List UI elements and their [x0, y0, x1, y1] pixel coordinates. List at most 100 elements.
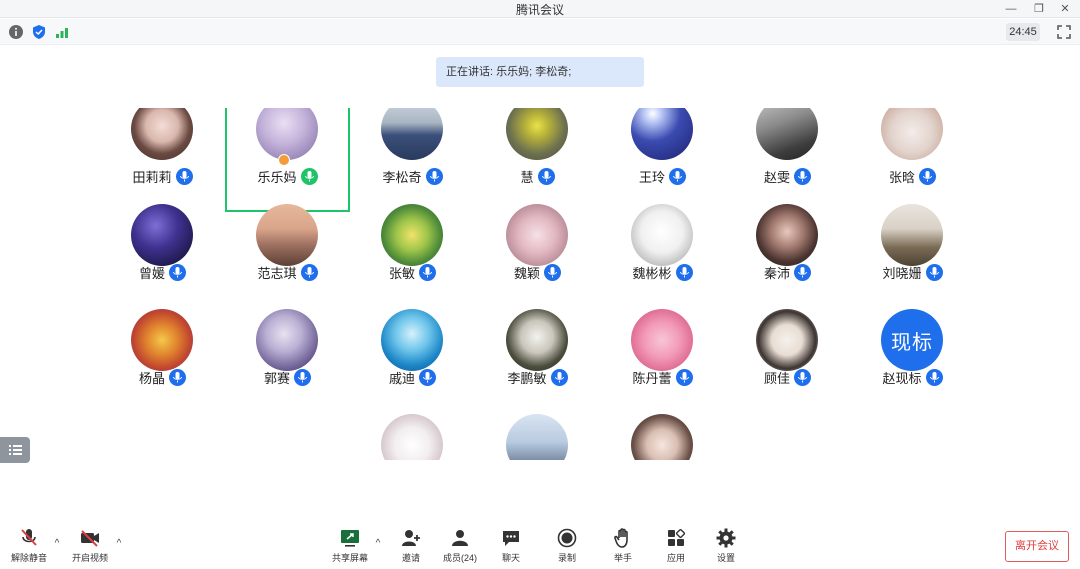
participant-tile[interactable]: 王玲	[600, 108, 725, 212]
participant-tile[interactable]: 慧	[475, 108, 600, 212]
participant-tile[interactable]: 曾媛	[100, 204, 225, 308]
participant-tile[interactable]: 范志琪	[225, 204, 350, 308]
participant-tile[interactable]: 现标 赵现标	[850, 309, 975, 413]
members-button[interactable]: 成员(24)	[438, 527, 482, 567]
mic-icon	[925, 368, 943, 386]
participant-name: 戚迪	[388, 370, 415, 386]
raise-hand-button[interactable]: 举手	[606, 527, 640, 567]
avatar	[631, 204, 693, 266]
participant-name: 田莉莉	[132, 169, 172, 185]
participant-tile[interactable]: 杨晶	[100, 309, 225, 413]
close-icon[interactable]: ✕	[1052, 0, 1078, 18]
audio-options-chevron-icon[interactable]: ^	[52, 539, 62, 549]
record-button[interactable]: 录制	[550, 527, 584, 567]
share-screen-label: 共享屏幕	[331, 553, 368, 563]
participant-tile[interactable]: 张敏	[350, 204, 475, 308]
fullscreen-icon[interactable]	[1056, 24, 1072, 40]
mic-icon	[300, 263, 318, 281]
list-icon	[9, 445, 22, 455]
participant-name: 秦沛	[763, 265, 790, 281]
avatar	[381, 414, 443, 460]
share-screen-icon	[341, 530, 359, 547]
avatar	[381, 108, 443, 160]
avatar	[756, 204, 818, 266]
participant-tile[interactable]: 陈丹蕾	[600, 309, 725, 413]
avatar	[256, 204, 318, 266]
mic-icon	[175, 167, 193, 185]
avatar	[756, 309, 818, 371]
settings-label: 设置	[716, 553, 735, 563]
participant-tile[interactable]	[475, 414, 600, 460]
participant-tile[interactable]: 张晗	[850, 108, 975, 212]
avatar	[506, 309, 568, 371]
participant-tile[interactable]: 李松奇	[350, 108, 475, 212]
hand-icon	[614, 528, 628, 548]
video-options-chevron-icon[interactable]: ^	[114, 539, 124, 549]
chat-label: 聊天	[501, 553, 520, 563]
participant-tile-active[interactable]: 乐乐妈	[225, 108, 350, 212]
participant-name: 慧	[520, 169, 534, 185]
participant-name: 李鹏敏	[507, 370, 547, 386]
share-screen-button[interactable]: 共享屏幕	[330, 527, 370, 567]
participant-tile[interactable]: 郭赛	[225, 309, 350, 413]
participant-tile[interactable]: 刘晓姗	[850, 204, 975, 308]
avatar	[506, 108, 568, 160]
participant-tile[interactable]	[350, 414, 475, 460]
participant-tile[interactable]: 田莉莉	[100, 108, 225, 212]
avatar	[506, 204, 568, 266]
apps-label: 应用	[666, 553, 685, 563]
mic-icon	[550, 368, 568, 386]
mic-icon	[925, 263, 943, 281]
start-video-button[interactable]: 开启视频	[68, 527, 112, 567]
avatar: 现标	[881, 309, 943, 371]
members-label: 成员(24)	[442, 553, 477, 563]
avatar	[756, 108, 818, 160]
participant-tile[interactable]: 秦沛	[725, 204, 850, 308]
window-title: 腾讯会议	[515, 3, 564, 17]
avatar	[131, 204, 193, 266]
participant-tile[interactable]: 魏彬彬	[600, 204, 725, 308]
avatar	[881, 204, 943, 266]
avatar-initials: 现标	[891, 331, 933, 354]
avatar	[381, 204, 443, 266]
participant-tile[interactable]: 戚迪	[350, 309, 475, 413]
avatar	[631, 108, 693, 160]
invite-button[interactable]: 邀请	[394, 527, 428, 567]
mic-icon	[794, 263, 811, 281]
participant-name: 赵现标	[882, 370, 922, 386]
participant-name: 乐乐妈	[257, 169, 297, 185]
mic-speaking-icon	[300, 167, 318, 185]
settings-button[interactable]: 设置	[709, 527, 743, 567]
avatar	[506, 414, 568, 460]
shield-icon[interactable]	[31, 24, 47, 40]
apps-button[interactable]: 应用	[659, 527, 693, 567]
mic-icon	[669, 167, 686, 185]
participant-tile[interactable]: 魏颖	[475, 204, 600, 308]
share-options-chevron-icon[interactable]: ^	[373, 539, 383, 549]
members-icon	[452, 530, 468, 546]
participant-name: 魏颖	[513, 265, 540, 281]
minimize-icon[interactable]: —	[998, 0, 1024, 18]
participant-name: 陈丹蕾	[632, 370, 672, 386]
participant-tile[interactable]	[600, 414, 725, 460]
record-icon	[557, 528, 577, 548]
meeting-timer: 24:45	[1006, 23, 1040, 41]
participant-tile[interactable]: 赵雯	[725, 108, 850, 212]
participant-name: 刘晓姗	[882, 265, 922, 281]
avatar	[631, 414, 693, 460]
signal-icon[interactable]	[54, 24, 70, 40]
restore-icon[interactable]: ❐	[1026, 0, 1052, 18]
unmute-button[interactable]: 解除静音	[8, 527, 50, 567]
participant-name: 魏彬彬	[632, 265, 672, 281]
info-icon[interactable]	[8, 24, 24, 40]
raise-hand-label: 举手	[613, 553, 632, 563]
participant-tile[interactable]: 李鹏敏	[475, 309, 600, 413]
mic-icon	[794, 167, 811, 185]
chat-button[interactable]: 聊天	[494, 527, 528, 567]
participant-list-toggle[interactable]	[0, 437, 30, 463]
participant-name: 顾佳	[763, 370, 790, 386]
participant-grid: 田莉莉 乐乐妈 李松奇 慧 王玲 赵雯 张晗 曾媛 范志琪 张敏 魏颖 魏彬彬 …	[100, 108, 975, 460]
participant-tile[interactable]: 顾佳	[725, 309, 850, 413]
leave-meeting-button[interactable]: 离开会议	[1005, 531, 1069, 562]
mic-muted-icon	[21, 529, 37, 546]
